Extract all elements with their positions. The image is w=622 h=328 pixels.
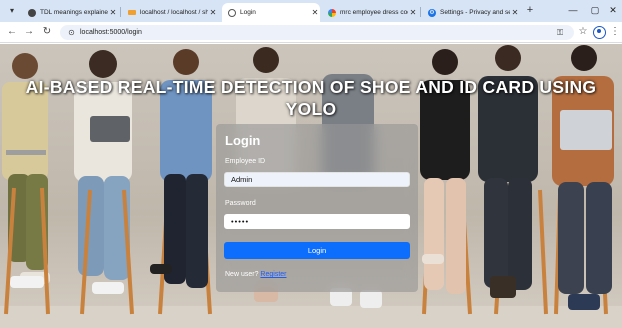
page-headline: AI-BASED REAL-TIME DETECTION OF SHOE AND… bbox=[25, 77, 597, 119]
employee-id-field[interactable] bbox=[224, 172, 410, 187]
close-icon[interactable]: ✕ bbox=[208, 8, 218, 17]
bookmark-star-icon[interactable]: ☆ bbox=[577, 26, 589, 38]
tab-title: localhost / localhost / sh bbox=[140, 9, 208, 16]
address-bar[interactable]: ⊙ localhost:5000/login ⚿ ☆ bbox=[60, 25, 574, 40]
chat-favicon-icon bbox=[28, 8, 36, 17]
password-label: Password bbox=[225, 200, 256, 207]
tab-title: Settings - Privacy and se bbox=[440, 9, 510, 16]
globe-favicon-icon bbox=[228, 8, 236, 17]
tab-separator bbox=[420, 7, 421, 17]
login-button[interactable]: Login bbox=[224, 242, 410, 259]
close-icon[interactable]: ✕ bbox=[108, 8, 118, 17]
tab-search-icon[interactable]: ▾ bbox=[6, 5, 18, 17]
tab-localhost-phpmyadmin[interactable]: localhost / localhost / sh ✕ bbox=[122, 3, 218, 22]
tab-separator bbox=[120, 7, 121, 17]
tab-google-search[interactable]: mrc employee dress cod ✕ bbox=[322, 3, 418, 22]
login-page: AI-BASED REAL-TIME DETECTION OF SHOE AND… bbox=[0, 44, 622, 328]
password-field[interactable] bbox=[224, 214, 410, 229]
tab-title: TDL meanings explained bbox=[40, 9, 108, 16]
more-menu-icon[interactable]: ⋮ bbox=[610, 26, 620, 38]
url-text[interactable]: localhost:5000/login bbox=[80, 27, 142, 38]
tab-tdl-meanings[interactable]: TDL meanings explained ✕ bbox=[22, 3, 118, 22]
maximize-icon[interactable]: ▢ bbox=[588, 4, 602, 16]
close-icon[interactable]: ✕ bbox=[510, 8, 520, 17]
browser-tab-bar: ▾ TDL meanings explained ✕ localhost / l… bbox=[0, 0, 622, 22]
phpmyadmin-favicon-icon bbox=[128, 10, 136, 15]
browser-toolbar: ← → ↻ ⊙ localhost:5000/login ⚿ ☆ ☆ ⋮ bbox=[0, 22, 622, 43]
profile-avatar-icon[interactable] bbox=[593, 26, 606, 39]
close-icon[interactable]: ✕ bbox=[310, 8, 320, 17]
window-close-icon[interactable]: ✕ bbox=[606, 4, 620, 16]
settings-favicon-icon: ⚙ bbox=[428, 8, 436, 17]
reload-icon[interactable]: ↻ bbox=[41, 26, 53, 38]
close-icon[interactable]: ✕ bbox=[408, 8, 418, 17]
back-arrow-icon[interactable]: ← bbox=[6, 26, 18, 38]
employee-id-label: Employee ID bbox=[225, 158, 266, 165]
minimize-icon[interactable]: — bbox=[566, 4, 580, 16]
key-icon[interactable]: ⚿ bbox=[554, 27, 566, 38]
new-tab-plus-icon[interactable]: + bbox=[524, 4, 536, 16]
site-info-icon[interactable]: ⊙ bbox=[66, 27, 77, 38]
login-card: Login Employee ID Password Login New use… bbox=[216, 124, 418, 292]
login-title: Login bbox=[225, 133, 261, 148]
tab-title: Login bbox=[240, 9, 256, 16]
tab-settings-privacy[interactable]: ⚙ Settings - Privacy and se ✕ bbox=[422, 3, 520, 22]
register-link[interactable]: Register bbox=[260, 271, 286, 278]
forward-arrow-icon[interactable]: → bbox=[23, 26, 35, 38]
new-user-prompt: New user? Register bbox=[225, 271, 287, 278]
new-user-text: New user? bbox=[225, 271, 259, 278]
tab-title: mrc employee dress cod bbox=[340, 9, 408, 16]
google-favicon-icon bbox=[328, 8, 336, 17]
tab-login[interactable]: Login ✕ bbox=[222, 3, 320, 22]
